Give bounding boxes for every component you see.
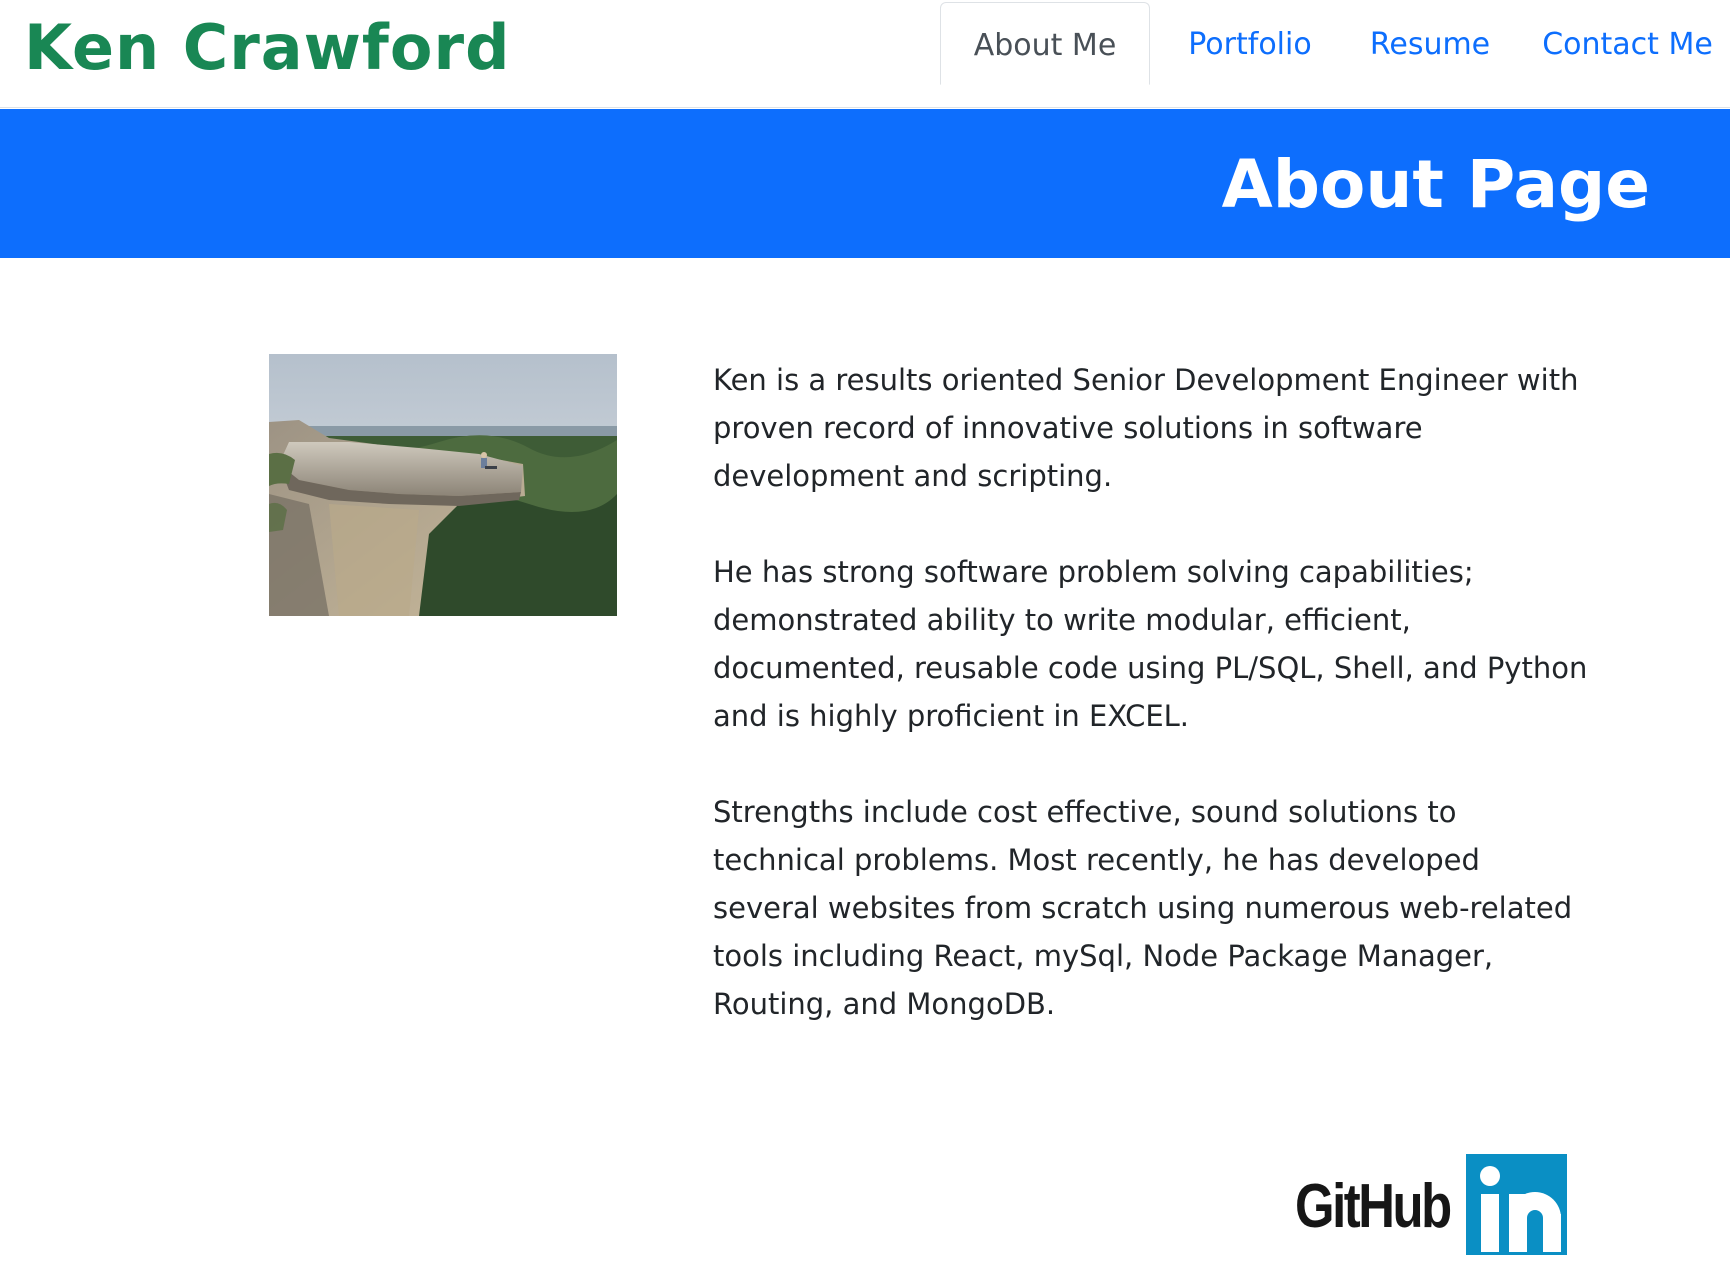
nav-tab-resume[interactable]: Resume xyxy=(1350,2,1510,84)
linkedin-link[interactable] xyxy=(1466,1154,1567,1255)
site-header: Ken Crawford About Me Portfolio Resume C… xyxy=(0,0,1730,108)
bio-paragraph-3: Strengths include cost effective, sound … xyxy=(713,795,1573,1021)
nav-tab-about-me[interactable]: About Me xyxy=(940,2,1150,85)
bio-paragraph-2: He has strong software problem solving c… xyxy=(713,555,1588,733)
profile-photo xyxy=(269,354,617,616)
page-banner: About Page xyxy=(0,109,1730,258)
site-brand[interactable]: Ken Crawford xyxy=(24,6,510,90)
nav-tab-portfolio[interactable]: Portfolio xyxy=(1165,2,1335,84)
bio-text: Ken is a results oriented Senior Develop… xyxy=(713,356,1593,1076)
nav-tab-contact-me[interactable]: Contact Me xyxy=(1525,2,1730,84)
bio-paragraph-1: Ken is a results oriented Senior Develop… xyxy=(713,363,1579,493)
page-title: About Page xyxy=(1221,146,1650,223)
github-link[interactable]: GitHub xyxy=(1295,1172,1452,1242)
